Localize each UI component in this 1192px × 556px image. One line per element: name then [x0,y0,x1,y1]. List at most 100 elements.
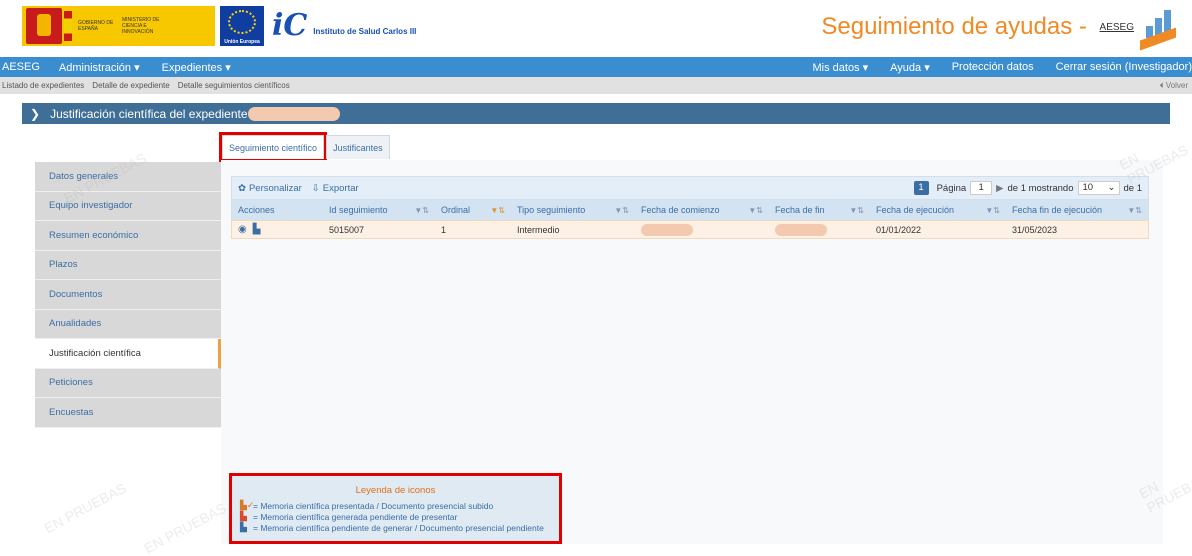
eye-icon[interactable]: ◉ [238,224,247,235]
sidebar-item-documentos[interactable]: Documentos [35,280,221,310]
page-size-value: 10 [1082,182,1094,193]
page-size-select[interactable]: 10 ⌄ [1077,181,1120,195]
app-brand: AESEG [1099,22,1134,34]
filter-sort-icon[interactable]: ▼⇅ [414,206,429,215]
de-total-label: de 1 [1123,182,1143,194]
main-navbar: AESEG Administración ▾ Expedientes ▾ Mis… [0,57,1192,77]
table-row[interactable]: ◉ ▙ 5015007 1 Intermedio 01/01/2022 31/0… [231,220,1149,239]
doc-icon[interactable]: ▙ [253,224,261,235]
nav-cerrar-sesion[interactable]: Cerrar sesión (Investigador) [1045,61,1192,73]
chevron-right-icon[interactable]: ❯ [30,107,40,121]
nav-proteccion-datos[interactable]: Protección datos [941,61,1045,73]
col-tipo-seguimiento[interactable]: Tipo seguimiento ▼⇅ [511,200,635,220]
filter-sort-icon[interactable]: ▼⇅ [1127,206,1142,215]
aeseg-chart-logo-icon [1138,8,1178,51]
gobierno-logo: GOBIERNO DE ESPAÑA MINISTERIO DE CIENCIA… [22,6,215,46]
app-title: Seguimiento de ayudas - AESEG [821,13,1134,41]
col-acciones-label: Acciones [238,205,275,215]
legend-item-text: = Memoria científica generada pendiente … [253,511,458,522]
page-number-button[interactable]: 1 [913,181,929,195]
sidebar-item-equipo-investigador[interactable]: Equipo investigador [35,191,221,221]
filter-sort-icon[interactable]: ▼⇅ [985,206,1000,215]
col-tipo-seguimiento-label: Tipo seguimiento [517,205,586,215]
exportar-label: Exportar [322,182,359,194]
nav-mis-datos[interactable]: Mis datos ▾ [801,61,879,74]
col-id-seguimiento-label: Id seguimiento [329,205,388,215]
col-fecha-fin-label: Fecha de fin [775,205,825,215]
cell-id: 5015007 [329,224,365,235]
expediente-title-bar: ❯ Justificación científica del expedient… [22,103,1170,124]
icon-legend: Leyenda de iconos ▙✓ = Memoria científic… [229,473,562,544]
spain-shield-icon [26,8,62,44]
filter-sort-icon[interactable]: ▼⇅ [614,206,629,215]
doc-icon: ▙ [240,522,247,532]
col-ordinal[interactable]: Ordinal ▼⇅ [435,200,511,220]
seguimiento-grid: ✿ Personalizar ⇩ Exportar 1 Página 1 ▶ d… [231,176,1149,239]
filter-sort-active-icon[interactable]: ▼⇅ [490,206,505,215]
doc-pending-icon: ▙ [240,511,247,521]
eu-label: Unión Europea [224,39,260,45]
sidebar-item-resumen-economico[interactable]: Resumen económico [35,221,221,251]
app-title-text: Seguimiento de ayudas - [821,13,1094,40]
personalizar-label: Personalizar [248,182,302,194]
cell-fecha-comienzo [635,221,769,238]
filter-sort-icon[interactable]: ▼⇅ [849,206,864,215]
col-id-seguimiento[interactable]: Id seguimiento ▼⇅ [323,200,435,220]
breadcrumb-listado[interactable]: Listado de expedientes [0,81,90,90]
tab-justificantes[interactable]: Justificantes [326,135,390,159]
sidebar-item-anualidades[interactable]: Anualidades [35,309,221,339]
col-fecha-fin-ejecucion-label: Fecha fin de ejecución [1012,205,1103,215]
volver-button[interactable]: ⏴ Volver [1160,81,1192,91]
filter-sort-icon[interactable]: ▼⇅ [748,206,763,215]
col-fecha-ejecucion[interactable]: Fecha de ejecución ▼⇅ [870,200,1006,220]
legend-item: ▙ = Memoria científica generada pendient… [240,511,559,522]
breadcrumb-detalle-expediente[interactable]: Detalle de expediente [90,81,175,90]
sidebar-item-datos-generales[interactable]: Datos generales [35,162,221,192]
cell-fecha-fin [769,221,870,238]
doc-check-icon: ▙✓ [240,500,255,510]
breadcrumb-detalle-seguimientos: Detalle seguimientos científicos [177,81,290,90]
table-header: Acciones Id seguimiento ▼⇅ Ordinal ▼⇅ Tipo… [231,200,1149,220]
redacted-expediente-id [247,106,340,121]
col-fecha-fin-ejecucion[interactable]: Fecha fin de ejecución ▼⇅ [1006,200,1148,220]
gear-icon: ✿ [238,182,246,194]
col-ordinal-label: Ordinal [441,205,471,215]
eu-stars-icon [228,10,256,34]
cell-ordinal: 1 [441,224,447,235]
legend-item-text: = Memoria científica presentada / Docume… [253,500,494,511]
redacted-date [775,223,827,236]
watermark: EN PRUEBAS [41,479,129,537]
exportar-button[interactable]: ⇩ Exportar [312,183,359,194]
sidebar-item-justificacion-cientifica[interactable]: Justificación científica [35,339,221,369]
legend-item: ▙ = Memoria científica pendiente de gene… [240,522,559,533]
nav-menu-expedientes[interactable]: Expedientes ▾ [151,61,242,74]
isciii-mark-icon: iC [272,8,308,43]
nav-ayuda[interactable]: Ayuda ▾ [879,61,941,74]
gobierno-text: GOBIERNO DE ESPAÑA [78,20,114,32]
isciii-name: Instituto de Salud Carlos III [313,27,417,36]
nav-menu-administracion[interactable]: Administración ▾ [48,61,151,74]
col-fecha-comienzo-label: Fecha de comienzo [641,205,720,215]
sidebar-item-plazos[interactable]: Plazos [35,250,221,280]
col-fecha-fin[interactable]: Fecha de fin ▼⇅ [769,200,870,220]
next-page-icon[interactable]: ▶ [996,183,1003,194]
tab-bar: Seguimiento científico Justificantes [218,132,392,162]
isciii-logo: iC Instituto de Salud Carlos III [272,4,416,44]
grid-toolbar: ✿ Personalizar ⇩ Exportar 1 Página 1 ▶ d… [231,176,1149,200]
personalizar-button[interactable]: ✿ Personalizar [238,183,302,194]
export-icon: ⇩ [311,182,320,194]
spain-flag-icon [64,11,72,41]
col-fecha-ejecucion-label: Fecha de ejecución [876,205,955,215]
cell-acciones: ◉ ▙ [232,221,323,238]
tab-seguimiento-cientifico[interactable]: Seguimiento científico [218,132,328,162]
pagina-label: Página [936,182,967,194]
pagination: 1 Página 1 ▶ de 1 mostrando 10 ⌄ de 1 [913,181,1143,195]
nav-brand-aeseg[interactable]: AESEG [0,61,48,73]
col-fecha-comienzo[interactable]: Fecha de comienzo ▼⇅ [635,200,769,220]
chevron-down-icon: ⌄ [1107,182,1116,193]
page-input[interactable]: 1 [970,181,993,195]
cell-tipo: Intermedio [517,224,560,235]
ministerio-text: MINISTERIO DE CIENCIA E INNOVACIÓN [122,17,160,35]
sidebar-item-peticiones[interactable]: Peticiones [35,368,221,398]
sidebar-item-encuestas[interactable]: Encuestas [35,398,221,428]
